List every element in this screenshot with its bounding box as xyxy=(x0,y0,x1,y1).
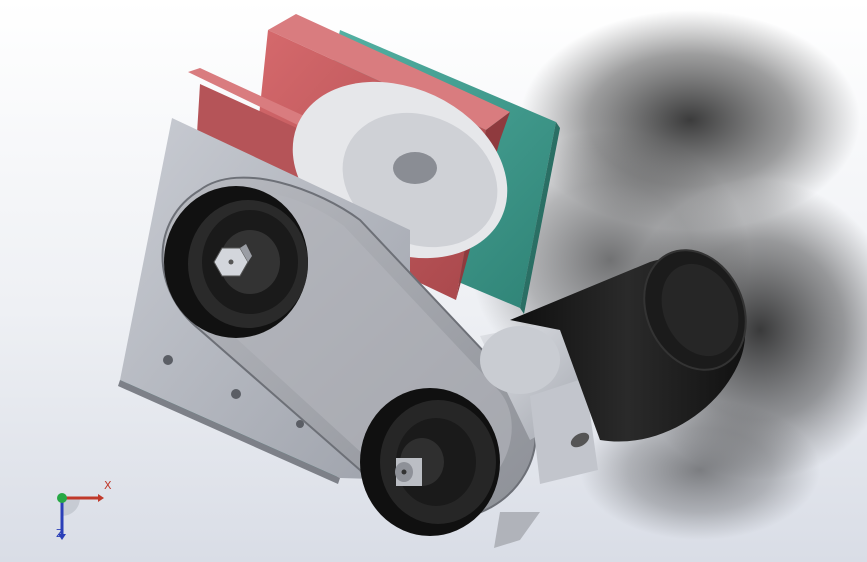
lower-pulley[interactable] xyxy=(360,388,500,536)
x-axis-label: X xyxy=(104,479,112,492)
axis-triad: X Z xyxy=(40,476,120,546)
y-axis-dot xyxy=(57,493,67,503)
z-axis-label: Z xyxy=(56,527,64,540)
model-scene xyxy=(118,10,867,548)
cad-viewport[interactable]: X Z xyxy=(0,0,867,562)
